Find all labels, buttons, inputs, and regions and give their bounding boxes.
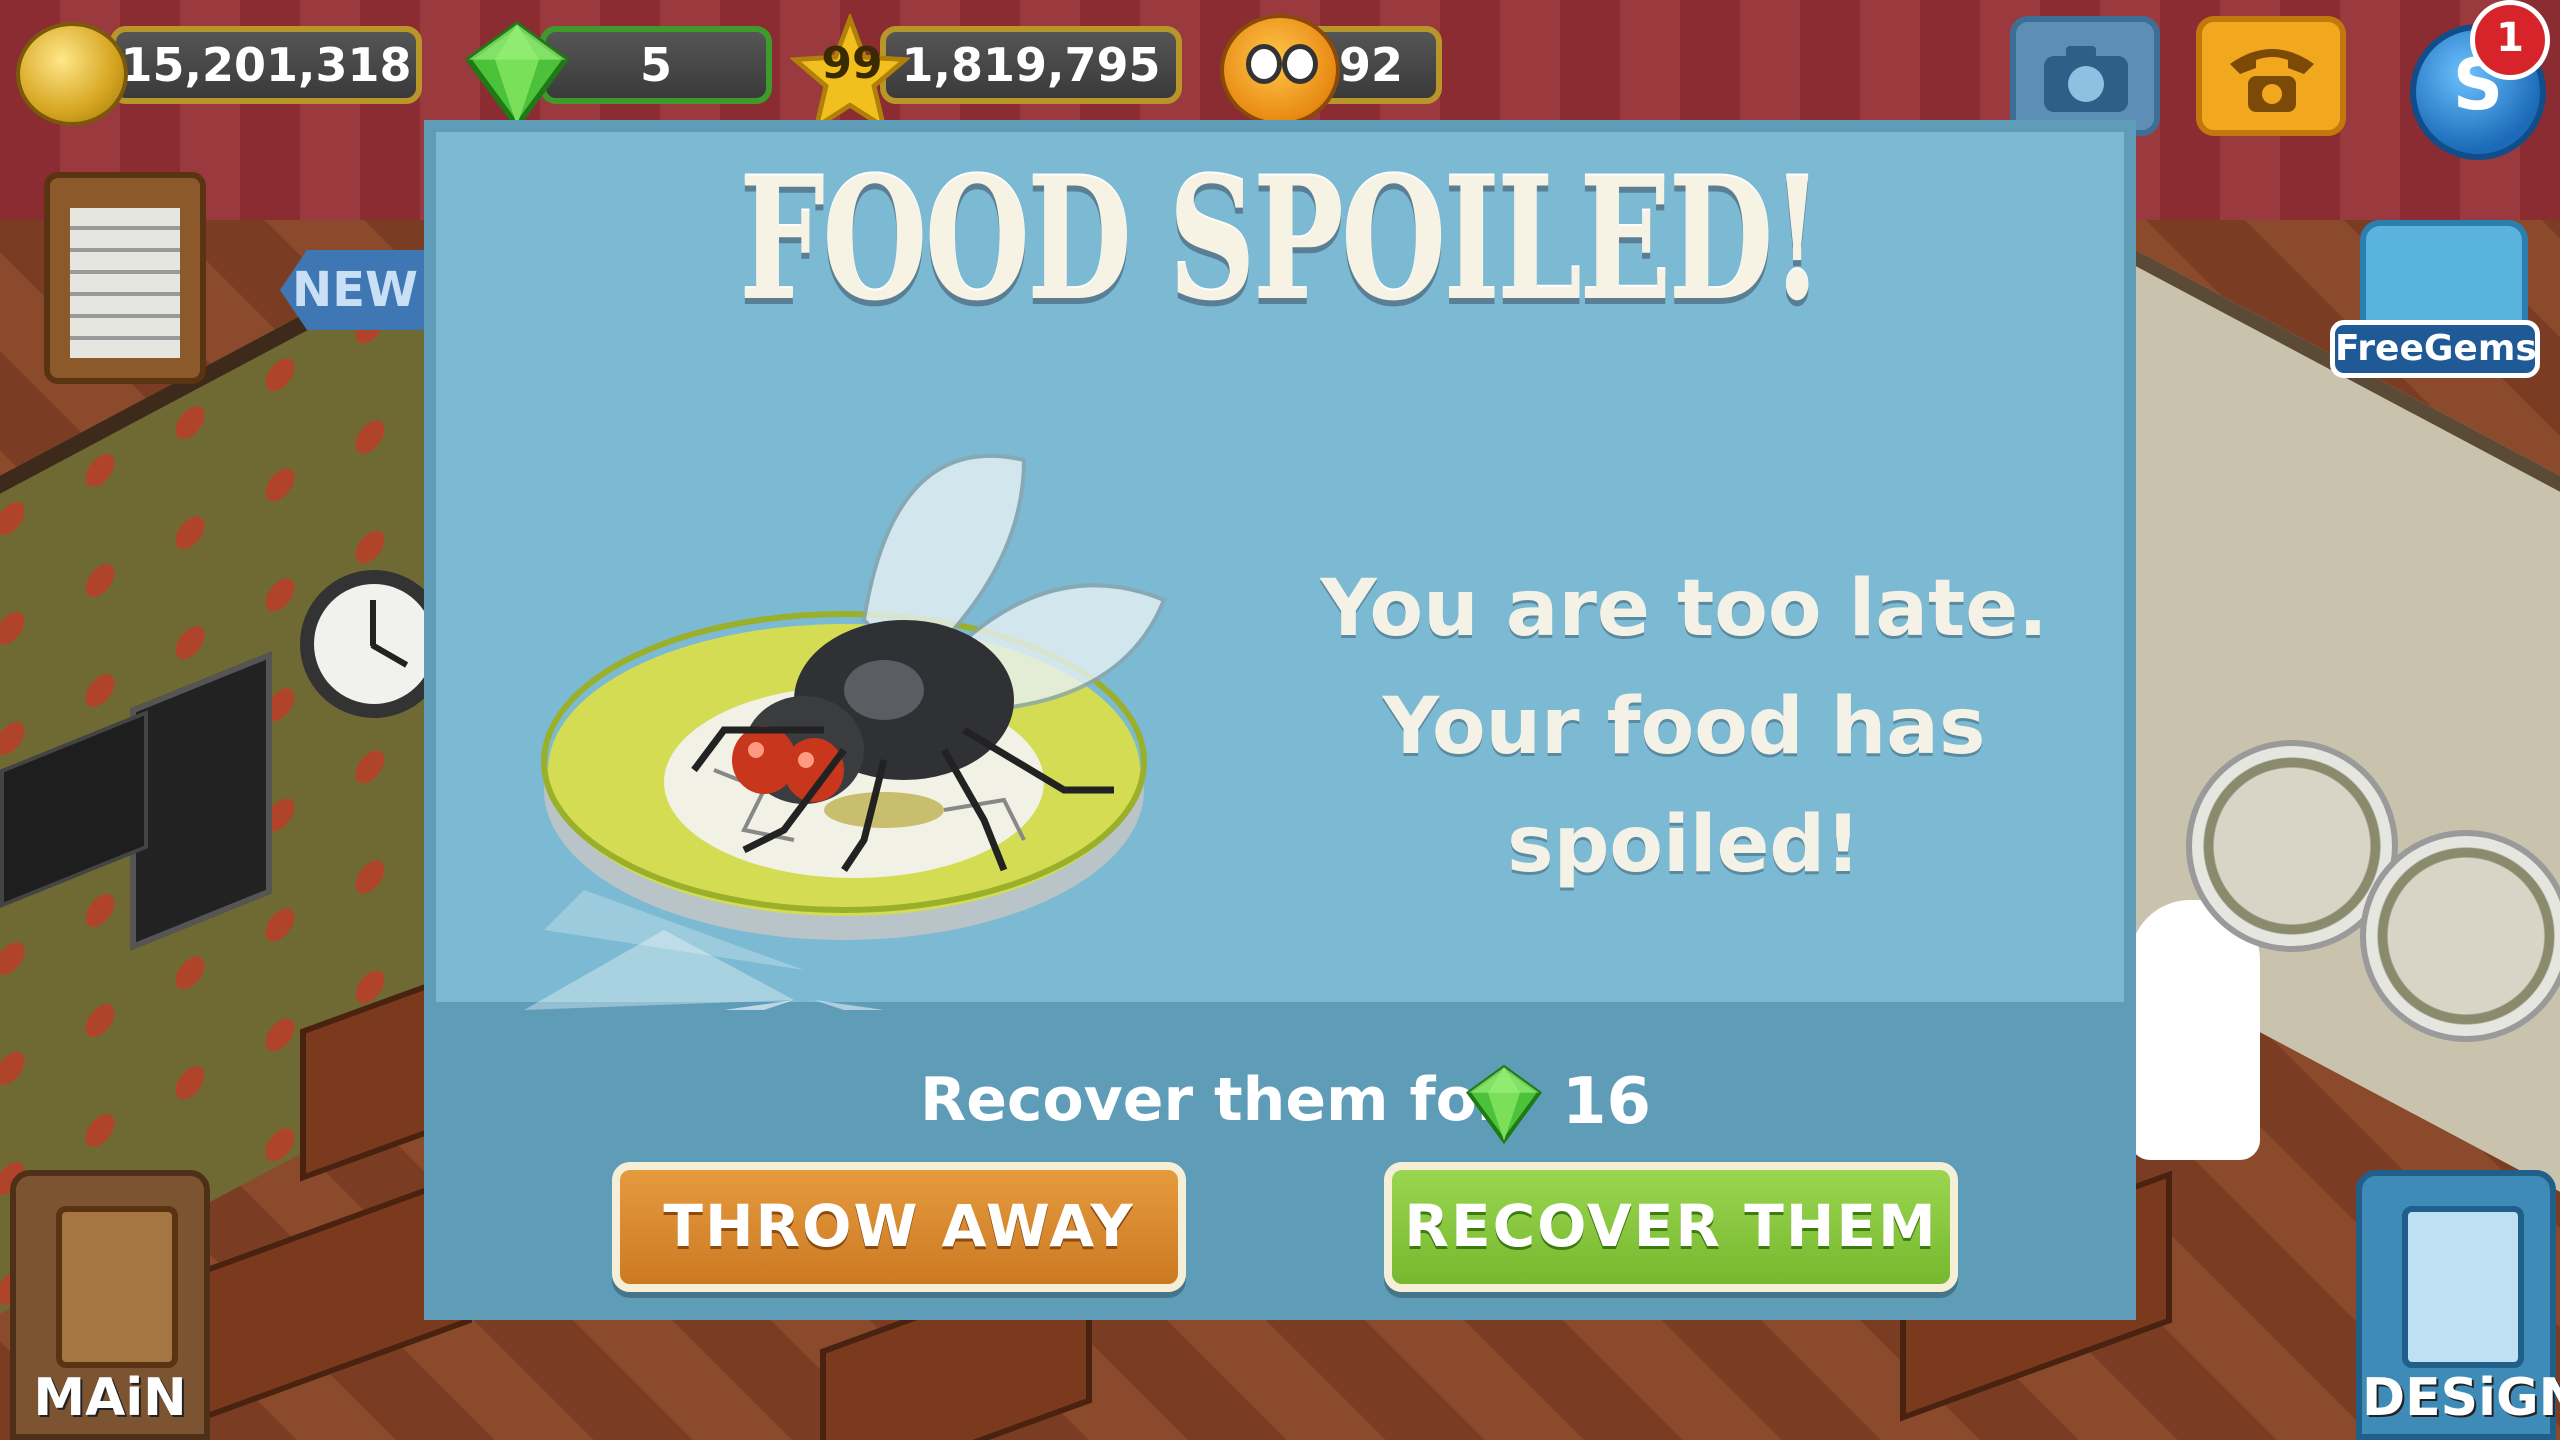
message-line-2: Your food has spoiled! — [1382, 682, 1986, 890]
modal-overlay: FOOD SPOILED! You are too late. Your foo… — [0, 0, 2560, 1440]
gem-icon — [1465, 1064, 1543, 1144]
food-spoiled-dialog: FOOD SPOILED! You are too late. Your foo… — [424, 120, 2136, 1320]
recover-text: Recover them for — [920, 1065, 1507, 1135]
throw-away-button[interactable]: THROW AWAY — [612, 1162, 1186, 1292]
recover-them-button[interactable]: RECOVER THEM — [1384, 1162, 1958, 1292]
message-line-1: You are too late. — [1320, 564, 2048, 654]
fly-on-plate-icon — [524, 454, 1167, 1010]
dialog-title: FOOD SPOILED! — [739, 140, 1824, 338]
dialog-message: You are too late. Your food has spoiled! — [1284, 550, 2084, 904]
recover-cost: 16 — [1562, 1065, 1652, 1139]
recover-cost-row: Recover them for 16 — [424, 1050, 2136, 1150]
